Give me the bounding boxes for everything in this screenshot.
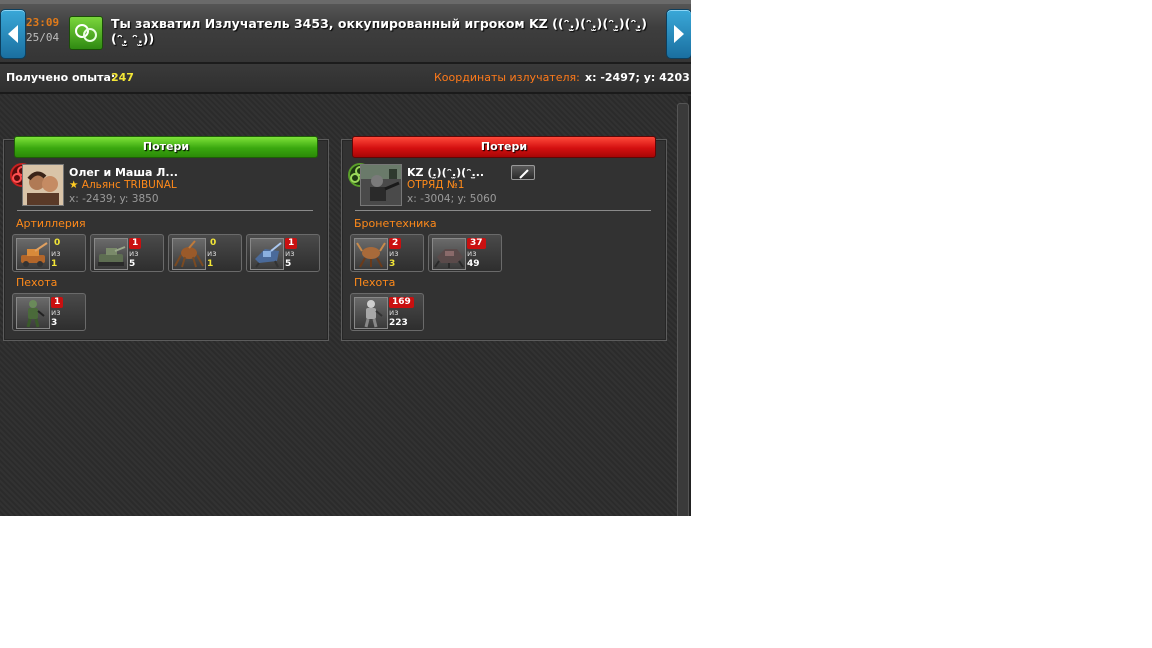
player-avatar[interactable] xyxy=(360,164,402,206)
arrow-left-icon xyxy=(8,25,18,43)
category-label: Пехота xyxy=(354,276,396,289)
report-header: 23:09 25/04 Ты захватил Излучатель 3453,… xyxy=(0,0,691,64)
divider xyxy=(355,210,651,211)
artillery-icon xyxy=(16,238,50,270)
edit-button[interactable] xyxy=(511,165,535,180)
tank-icon xyxy=(94,238,128,270)
unit-card[interactable]: 169 из 223 xyxy=(350,293,424,331)
pencil-icon xyxy=(519,169,529,179)
next-report-button[interactable] xyxy=(666,9,691,59)
player-name[interactable]: KZ (.̫)(ᵔ.̫)(ᵔ.̫.. xyxy=(407,166,484,179)
player-avatar[interactable] xyxy=(22,164,64,206)
crab-mech-icon xyxy=(354,238,388,270)
unit-of: из xyxy=(51,249,61,258)
category-label: Бронетехника xyxy=(354,217,437,230)
unit-total: 5 xyxy=(285,259,292,269)
defender-panel: Потери KZ (.̫)(ᵔ.̫)(ᵔ.̫.. ОТРЯД №1 x: -3… xyxy=(341,136,667,341)
unit-of: из xyxy=(207,249,217,258)
category-label: Артиллерия xyxy=(16,217,86,230)
alliance-name: Альянс TRIBUNAL xyxy=(81,179,177,191)
prev-report-button[interactable] xyxy=(0,9,26,59)
scrollbar[interactable] xyxy=(677,103,689,516)
report-title: Ты захватил Излучатель 3453, оккупирован… xyxy=(111,16,647,46)
emitter-coords-value: x: -2497; y: 4203 xyxy=(585,71,690,84)
unit-lost: 0 xyxy=(54,238,61,248)
blue-mech-icon xyxy=(250,238,284,270)
unit-lost: 1 xyxy=(285,238,298,249)
player-alliance[interactable]: ★ Альянс TRIBUNAL xyxy=(69,179,177,191)
crawler-icon xyxy=(432,238,466,270)
unit-of: из xyxy=(389,249,399,258)
soldier-icon xyxy=(16,297,50,329)
unit-total: 1 xyxy=(51,259,58,269)
unit-card[interactable]: 0 из 1 xyxy=(168,234,242,272)
player-name[interactable]: Олег и Маша Л... xyxy=(69,166,178,179)
unit-of: из xyxy=(51,308,61,317)
unit-lost: 1 xyxy=(51,297,64,308)
unit-lost: 169 xyxy=(389,297,414,308)
report-time: 23:09 xyxy=(26,16,60,29)
unit-card[interactable]: 1 из 5 xyxy=(246,234,320,272)
unit-lost: 37 xyxy=(467,238,486,249)
unit-total: 5 xyxy=(129,259,136,269)
battle-report-window: 23:09 25/04 Ты захватил Излучатель 3453,… xyxy=(0,0,691,516)
unit-of: из xyxy=(129,249,139,258)
unit-card[interactable]: 0 из 1 xyxy=(12,234,86,272)
unit-lost: 1 xyxy=(129,238,142,249)
player-coords: x: -2439; y: 3850 xyxy=(69,193,159,205)
losses-ribbon: Потери xyxy=(14,136,318,158)
unit-of: из xyxy=(285,249,295,258)
player-alliance[interactable]: ОТРЯД №1 xyxy=(407,179,464,191)
arrow-right-icon xyxy=(674,25,684,43)
unit-card[interactable]: 37 из 49 xyxy=(428,234,502,272)
unit-total: 1 xyxy=(207,259,214,269)
unit-total: 223 xyxy=(389,318,408,328)
unit-card[interactable]: 2 из 3 xyxy=(350,234,424,272)
soldier-icon xyxy=(354,297,388,329)
emitter-coords-label: Координаты излучателя: xyxy=(434,71,580,84)
unit-card[interactable]: 1 из 5 xyxy=(90,234,164,272)
xp-value: 247 xyxy=(111,71,134,84)
losses-ribbon: Потери xyxy=(352,136,656,158)
unit-total: 3 xyxy=(389,259,396,269)
unit-of: из xyxy=(467,249,477,258)
category-label: Пехота xyxy=(16,276,58,289)
star-icon: ★ xyxy=(69,179,79,191)
unit-total: 49 xyxy=(467,259,480,269)
player-coords: x: -3004; y: 5060 xyxy=(407,193,497,205)
unit-lost: 2 xyxy=(389,238,402,249)
xp-label: Получено опыта: xyxy=(6,71,116,84)
spider-mech-icon xyxy=(172,238,206,270)
report-info-bar: Получено опыта: 247 Координаты излучател… xyxy=(0,64,691,94)
emitter-icon xyxy=(69,16,103,50)
divider xyxy=(17,210,313,211)
unit-total: 3 xyxy=(51,318,58,328)
report-date: 25/04 xyxy=(26,31,60,44)
attacker-panel: Потери Олег и Маша Л... ★ Альянс TRIBUNA… xyxy=(3,136,329,341)
unit-lost: 0 xyxy=(210,238,217,248)
unit-of: из xyxy=(389,308,399,317)
unit-card[interactable]: 1 из 3 xyxy=(12,293,86,331)
